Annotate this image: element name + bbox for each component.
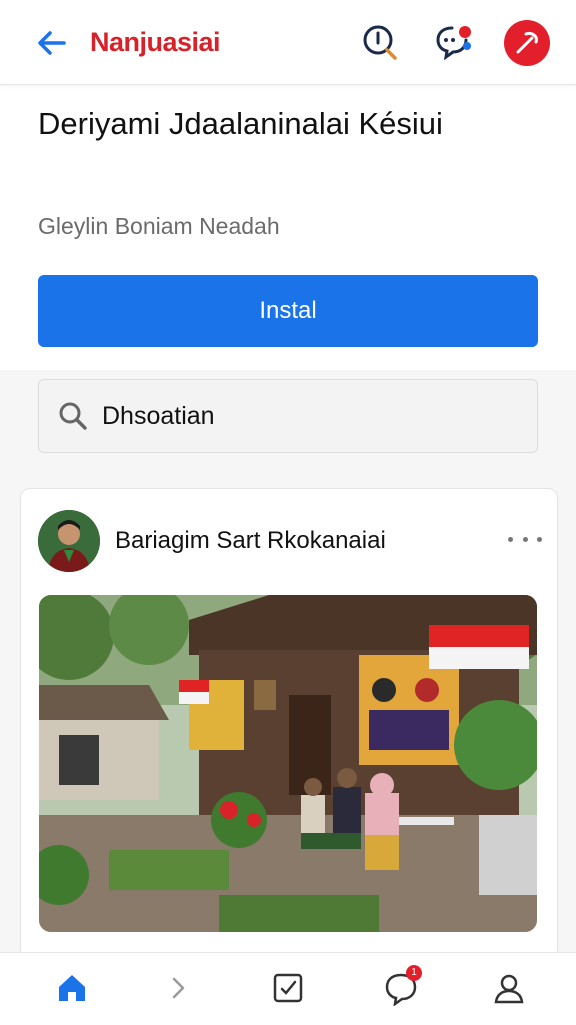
notifications-button[interactable] <box>434 22 474 62</box>
home-icon <box>59 975 85 1001</box>
bottom-navigation: 1 <box>0 952 576 1025</box>
arrow-left-icon <box>38 31 66 55</box>
page-subtitle: Gleylin Boniam Neadah <box>38 213 280 239</box>
more-horizontal-icon <box>508 536 513 542</box>
back-button[interactable] <box>34 25 70 61</box>
install-button[interactable]: Instal <box>38 275 538 347</box>
avatar[interactable] <box>38 510 100 572</box>
profile-icon <box>516 32 538 54</box>
nav-profile[interactable] <box>486 965 532 1011</box>
search-icon <box>363 25 397 60</box>
author-avatar-image <box>38 510 100 572</box>
search-icon <box>59 402 87 430</box>
nav-messages[interactable]: 1 <box>378 965 424 1011</box>
top-app-bar: Nanjuasiai <box>0 0 576 85</box>
nav-forward[interactable] <box>155 965 201 1011</box>
notification-badge: 1 <box>406 965 422 981</box>
post-author-name: Bariagim Sart Rkokanaiai <box>115 527 386 554</box>
more-dot <box>537 536 542 542</box>
app-title: Nanjuasiai <box>90 27 221 57</box>
edit-note-icon <box>273 973 303 1003</box>
nav-home[interactable] <box>49 965 95 1011</box>
community-house-photo <box>39 595 537 932</box>
search-input[interactable]: Dhsoatian <box>38 379 538 453</box>
more-dot <box>522 536 528 542</box>
more-options-button[interactable] <box>508 526 542 552</box>
chat-notification-icon <box>436 26 471 61</box>
post-photo[interactable] <box>39 595 537 932</box>
search-button[interactable] <box>360 22 400 62</box>
search-value: Dhsoatian <box>102 402 215 430</box>
profile-button[interactable] <box>504 20 550 66</box>
nav-create[interactable] <box>265 965 311 1011</box>
profile-icon <box>494 974 524 1004</box>
page-headline: Deriyami Jdaalaninalai Késiui <box>38 106 443 141</box>
chevron-right-icon <box>172 977 185 999</box>
